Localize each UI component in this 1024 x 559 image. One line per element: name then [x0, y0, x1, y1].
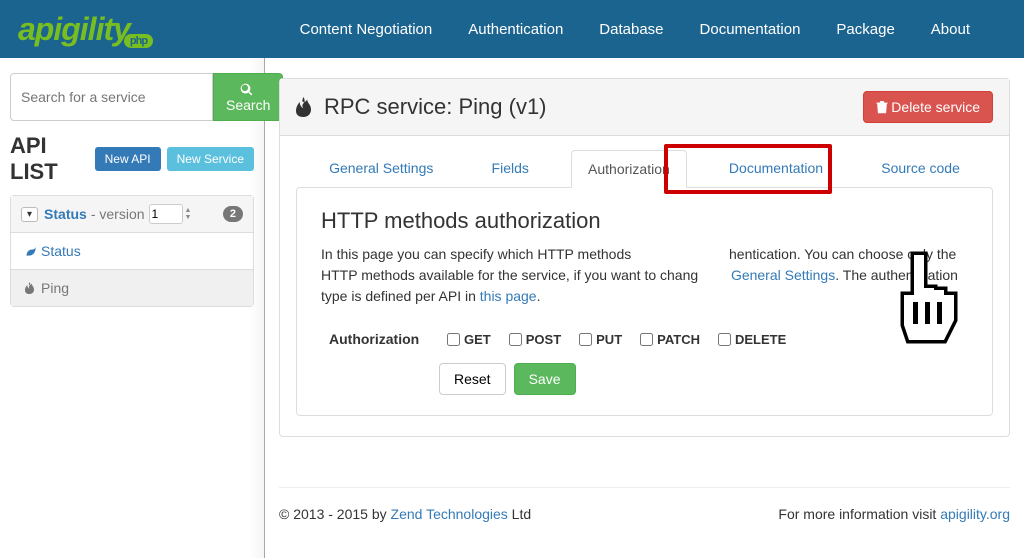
tab-bar: General Settings Fields Authorization Do… — [280, 150, 1009, 188]
method-delete[interactable]: DELETE — [718, 332, 786, 347]
search-icon — [240, 83, 253, 96]
this-page-link[interactable]: this page — [480, 288, 537, 304]
delete-service-button[interactable]: Delete service — [863, 91, 993, 123]
zend-link[interactable]: Zend Technologies — [391, 506, 508, 522]
brand-text: apigility — [18, 11, 130, 47]
sidebar-item-status[interactable]: Status — [11, 233, 253, 270]
method-post[interactable]: POST — [509, 332, 561, 347]
service-panel: RPC service: Ping (v1) Delete service Ge… — [279, 78, 1010, 437]
tab-authorization[interactable]: Authorization — [571, 150, 687, 188]
checkbox-get[interactable] — [447, 333, 460, 346]
tab-general-settings[interactable]: General Settings — [313, 150, 449, 188]
auth-row-label: Authorization — [329, 331, 429, 347]
tab-documentation[interactable]: Documentation — [713, 150, 839, 188]
nav-about[interactable]: About — [917, 9, 984, 50]
apigility-link[interactable]: apigility.org — [940, 506, 1010, 522]
tab-fields[interactable]: Fields — [476, 150, 545, 188]
footer-info: For more information visit apigility.org — [778, 506, 1010, 522]
nav-database[interactable]: Database — [585, 9, 677, 50]
service-count-badge: 2 — [223, 206, 243, 222]
reset-button[interactable]: Reset — [439, 363, 506, 395]
top-nav: apigilityphp Content Negotiation Authent… — [0, 0, 1024, 58]
copyright: © 2013 - 2015 by Zend Technologies Ltd — [279, 506, 531, 522]
new-service-button[interactable]: New Service — [167, 147, 254, 171]
brand-pill: php — [124, 34, 153, 48]
version-stepper[interactable]: ▲▼ — [185, 207, 192, 221]
save-button[interactable]: Save — [514, 363, 576, 395]
checkbox-post[interactable] — [509, 333, 522, 346]
nav-content-negotiation[interactable]: Content Negotiation — [286, 9, 447, 50]
sidebar-item-ping[interactable]: Ping — [11, 270, 253, 306]
checkbox-patch[interactable] — [640, 333, 653, 346]
nav-package[interactable]: Package — [822, 9, 908, 50]
leaf-icon — [25, 245, 37, 257]
new-api-button[interactable]: New API — [95, 147, 161, 171]
general-settings-link[interactable]: General Settings — [731, 267, 835, 283]
version-label: - version — [91, 206, 145, 222]
fire-icon — [25, 282, 37, 294]
api-header: ▾ Status - version ▲▼ 2 — [11, 196, 253, 233]
method-put[interactable]: PUT — [579, 332, 622, 347]
service-title: RPC service: Ping (v1) — [296, 94, 547, 120]
nav-authentication[interactable]: Authentication — [454, 9, 577, 50]
authorization-content: HTTP methods authorization In this page … — [296, 187, 993, 416]
auth-methods-row: Authorization GET POST PUT PATCH DELETE — [321, 323, 968, 363]
main-content: RPC service: Ping (v1) Delete service Ge… — [265, 58, 1024, 558]
method-patch[interactable]: PATCH — [640, 332, 700, 347]
checkbox-put[interactable] — [579, 333, 592, 346]
api-collapse-toggle[interactable]: ▾ — [21, 207, 38, 222]
search-input[interactable] — [10, 73, 213, 121]
sidebar: Search API LIST New API New Service ▾ St… — [0, 58, 265, 558]
checkbox-delete[interactable] — [718, 333, 731, 346]
fire-icon — [296, 97, 316, 117]
brand-logo[interactable]: apigilityphp — [10, 11, 161, 48]
tab-source-code[interactable]: Source code — [865, 150, 976, 188]
api-list-title: API LIST — [10, 133, 89, 185]
api-panel: ▾ Status - version ▲▼ 2 Status Ping — [10, 195, 254, 307]
auth-heading: HTTP methods authorization — [321, 208, 968, 234]
method-get[interactable]: GET — [447, 332, 491, 347]
nav-links: Content Negotiation Authentication Datab… — [286, 9, 1014, 50]
api-name-link[interactable]: Status — [44, 206, 87, 222]
auth-description: In this page you can specify which HTTP … — [321, 244, 968, 307]
version-select[interactable] — [149, 204, 183, 224]
trash-icon — [876, 101, 888, 114]
nav-documentation[interactable]: Documentation — [686, 9, 815, 50]
footer: © 2013 - 2015 by Zend Technologies Ltd F… — [279, 487, 1010, 540]
